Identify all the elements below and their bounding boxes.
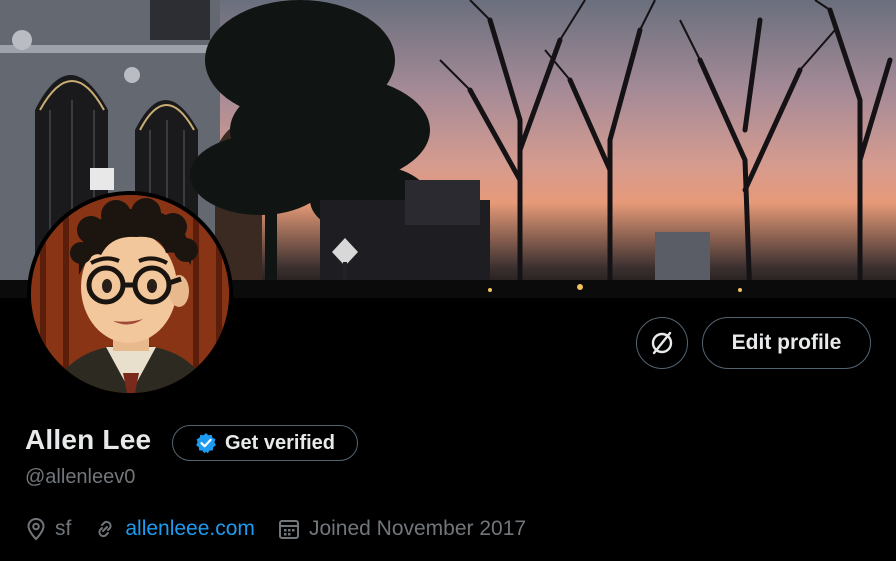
website-link[interactable]: allenleee.com — [125, 517, 255, 541]
calendar-icon — [278, 520, 299, 539]
joined-text: Joined November 2017 — [308, 517, 527, 540]
joined-item: Joined November 2017 — [277, 517, 526, 541]
profile-handle: @allenleev0 — [25, 466, 136, 488]
get-verified-button[interactable]: Get verified — [172, 425, 358, 461]
profile-name: Allen Lee — [25, 424, 152, 455]
get-verified-label: Get verified — [224, 431, 336, 454]
profile-meta: sf allenleee.com Joined November 2017 — [25, 514, 548, 544]
link-icon — [98, 520, 112, 538]
profile-page: Edit profile Allen Lee Get verified @all… — [0, 0, 896, 561]
circle-slash-icon — [651, 331, 673, 355]
location-pin-icon — [27, 517, 45, 541]
location-text: sf — [55, 517, 72, 540]
avatar-illustration — [31, 195, 229, 393]
profile-avatar[interactable] — [27, 191, 233, 397]
verified-badge-icon — [196, 433, 216, 454]
more-options-button[interactable] — [636, 317, 688, 369]
location-item: sf — [25, 517, 71, 541]
edit-profile-button[interactable]: Edit profile — [702, 317, 871, 369]
website-item[interactable]: allenleee.com — [93, 517, 255, 541]
